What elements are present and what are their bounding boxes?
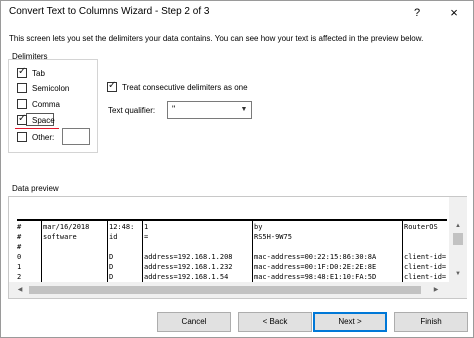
arrow-left-icon[interactable]: ◀ [13,282,27,298]
finish-button[interactable]: Finish [394,312,468,332]
space-checkbox-row[interactable]: ✓ Space [17,113,55,126]
back-button[interactable]: < Back [238,312,312,332]
comma-checkbox[interactable] [17,99,27,109]
title-bar: Convert Text to Columns Wizard - Step 2 … [1,1,473,25]
cancel-button[interactable]: Cancel [157,312,231,332]
text-qualifier-value: " [172,104,176,114]
check-icon: ✓ [18,66,27,77]
other-checkbox-row[interactable]: Other: [17,131,54,143]
treat-consecutive-row[interactable]: ✓ Treat consecutive delimiters as one [107,80,248,93]
chevron-down-icon[interactable]: ▼ [237,102,251,118]
window-title: Convert Text to Columns Wizard - Step 2 … [9,6,210,17]
tab-checkbox[interactable]: ✓ [17,66,27,78]
semicolon-checkbox[interactable] [17,83,27,93]
preview-row: 2 Daddress=192.168.1.54 mac-address=98:48:… [17,271,447,282]
text-qualifier-select[interactable]: " ▼ [167,101,252,119]
treat-consecutive-label: Treat consecutive delimiters as one [122,82,248,92]
preview-grid: # mar/16/2018 12:48: 1 by RouterOS # software id… [17,221,447,282]
check-icon: ✓ [18,113,27,124]
space-highlight-underline [15,128,59,129]
help-button[interactable]: ? [407,3,427,23]
check-icon: ✓ [108,80,117,91]
preview-cell: mac-address=98:48:E1:10:FA:5D [254,273,377,281]
preview-cell: 2 [17,273,22,281]
preview-cell: address=192.168.1.54 [144,273,229,281]
tab-checkbox-row[interactable]: ✓ Tab [17,66,45,79]
horizontal-scrollbar[interactable]: ◀ ▶ [9,282,449,298]
arrow-right-icon[interactable]: ▶ [429,282,443,298]
other-delimiter-input[interactable] [62,128,90,145]
vertical-scroll-thumb[interactable] [453,233,463,245]
treat-consecutive-checkbox[interactable]: ✓ [107,80,117,92]
convert-text-dialog: Convert Text to Columns Wizard - Step 2 … [0,0,474,338]
space-label: Space [32,115,55,125]
horizontal-scroll-thumb[interactable] [29,286,421,294]
arrow-up-icon[interactable]: ▲ [449,219,467,233]
other-checkbox[interactable] [17,132,27,142]
comma-label: Comma [32,99,61,109]
close-button[interactable]: × [442,3,466,23]
vertical-scrollbar[interactable]: ▲ ▼ [449,197,467,298]
other-label: Other: [32,132,55,142]
data-preview: # mar/16/2018 12:48: 1 by RouterOS # software id… [8,196,467,299]
preview-cell: client-id= [404,273,447,281]
preview-cell [43,271,107,282]
preview-cell: D [109,273,114,281]
arrow-down-icon[interactable]: ▼ [449,267,467,281]
semicolon-label: Semicolon [32,83,70,93]
tab-label: Tab [32,68,45,78]
space-checkbox[interactable]: ✓ [17,113,27,125]
wizard-description: This screen lets you set the delimiters … [9,34,424,43]
text-qualifier-label: Text qualifier: [108,106,156,115]
semicolon-checkbox-row[interactable]: Semicolon [17,82,69,94]
comma-checkbox-row[interactable]: Comma [17,98,60,110]
next-button[interactable]: Next > [313,312,387,332]
data-preview-label: Data preview [12,184,59,193]
